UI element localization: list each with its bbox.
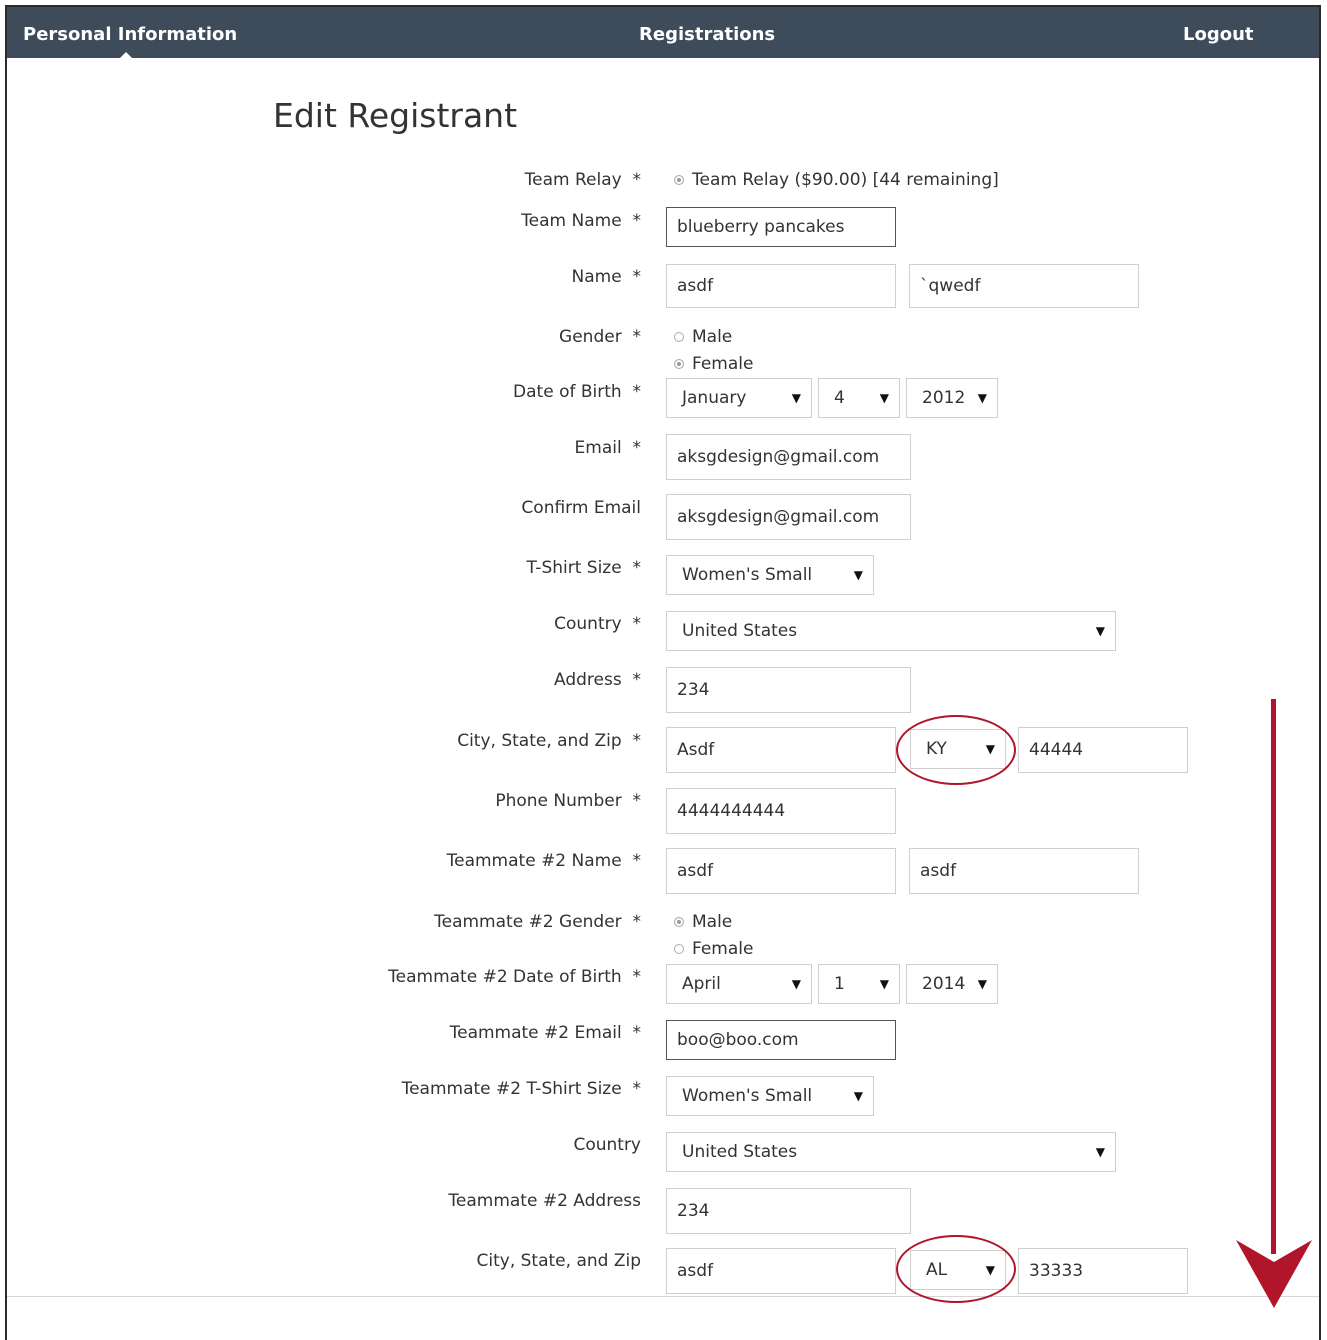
page-title: Edit Registrant [273,96,518,135]
first-name-input[interactable]: asdf [666,264,896,308]
annotation-arrow-head-icon [1236,1240,1312,1308]
chevron-down-icon: ▼ [791,977,801,991]
top-nav: Personal Information Registrations Logou… [7,7,1319,58]
label-teammate2-city-state-zip: City, State, and Zip [476,1251,641,1271]
active-tab-caret [120,52,132,58]
teammate2-last-name-input[interactable]: asdf [909,848,1139,894]
state-select[interactable]: KY ▼ [910,729,1006,769]
radio-gender-female[interactable]: Female [674,354,753,374]
phone-input[interactable]: 4444444444 [666,788,896,834]
last-name-input[interactable]: `qwedf [909,264,1139,308]
label-teammate2-tshirt-size: Teammate #2 T-Shirt Size * [401,1079,641,1099]
label-teammate2-gender: Teammate #2 Gender * [434,912,641,932]
dob-year-select[interactable]: 2012 ▼ [906,378,998,418]
teammate2-tshirt-size-select[interactable]: Women's Small ▼ [666,1076,874,1116]
confirm-email-input[interactable]: aksgdesign@gmail.com [666,494,911,540]
label-email: Email * [574,438,641,458]
teammate2-dob-day-select[interactable]: 1 ▼ [818,964,900,1004]
chevron-down-icon: ▼ [853,568,863,582]
label-team-relay: Team Relay * [524,170,641,190]
label-teammate2-address: Teammate #2 Address [448,1191,641,1211]
dob-month-select[interactable]: January ▼ [666,378,812,418]
tshirt-size-select[interactable]: Women's Small ▼ [666,555,874,595]
nav-registrations[interactable]: Registrations [639,24,775,45]
zip-input[interactable]: 44444 [1018,727,1188,773]
radio-teammate2-gender-female[interactable]: Female [674,939,753,959]
label-date-of-birth: Date of Birth * [513,382,641,402]
label-address: Address * [553,670,641,690]
radio-teammate2-gender-male[interactable]: Male [674,912,732,932]
label-gender: Gender * [559,327,641,347]
teammate2-city-input[interactable]: asdf [666,1248,896,1294]
nav-personal-information[interactable]: Personal Information [23,24,237,45]
teammate2-address-input[interactable]: 234 [666,1188,911,1234]
label-teammate2-email: Teammate #2 Email * [449,1023,641,1043]
email-input[interactable]: aksgdesign@gmail.com [666,434,911,480]
teammate2-email-input[interactable]: boo@boo.com [666,1020,896,1060]
chevron-down-icon: ▼ [1095,1145,1105,1159]
label-teammate2-date-of-birth: Teammate #2 Date of Birth * [388,967,641,987]
label-country: Country * [554,614,641,634]
radio-dot [674,359,684,369]
label-phone-number: Phone Number * [495,791,641,811]
teammate2-first-name-input[interactable]: asdf [666,848,896,894]
chevron-down-icon: ▼ [977,391,987,405]
teammate2-country-select[interactable]: United States ▼ [666,1132,1116,1172]
teammate2-dob-year-select[interactable]: 2014 ▼ [906,964,998,1004]
teammate2-dob-month-select[interactable]: April ▼ [666,964,812,1004]
chevron-down-icon: ▼ [879,977,889,991]
arrow-head-shape [1236,1240,1312,1308]
chevron-down-icon: ▼ [985,1263,995,1277]
chevron-down-icon: ▼ [879,391,889,405]
label-teammate2-name: Teammate #2 Name * [446,851,641,871]
page-frame [5,5,1321,1340]
chevron-down-icon: ▼ [985,742,995,756]
teammate2-zip-input[interactable]: 33333 [1018,1248,1188,1294]
radio-dot [674,944,684,954]
label-city-state-zip: City, State, and Zip * [457,731,641,751]
city-input[interactable]: Asdf [666,727,896,773]
bottom-divider [7,1296,1319,1297]
chevron-down-icon: ▼ [977,977,987,991]
country-select[interactable]: United States ▼ [666,611,1116,651]
dob-day-select[interactable]: 4 ▼ [818,378,900,418]
label-teammate2-country: Country [573,1135,641,1155]
radio-gender-male[interactable]: Male [674,327,732,347]
radio-dot [674,917,684,927]
team-name-input[interactable]: blueberry pancakes [666,207,896,247]
radio-dot [674,332,684,342]
label-tshirt-size: T-Shirt Size * [526,558,641,578]
annotation-arrow-shaft [1271,699,1276,1254]
chevron-down-icon: ▼ [853,1089,863,1103]
radio-dot [674,175,684,185]
label-team-name: Team Name * [521,211,641,231]
label-name: Name * [571,267,641,287]
chevron-down-icon: ▼ [791,391,801,405]
address-input[interactable]: 234 [666,667,911,713]
label-confirm-email: Confirm Email [521,498,641,518]
nav-logout[interactable]: Logout [1183,24,1254,45]
chevron-down-icon: ▼ [1095,624,1105,638]
teammate2-state-select[interactable]: AL ▼ [910,1250,1006,1290]
radio-team-relay[interactable]: Team Relay ($90.00) [44 remaining] [674,170,999,190]
